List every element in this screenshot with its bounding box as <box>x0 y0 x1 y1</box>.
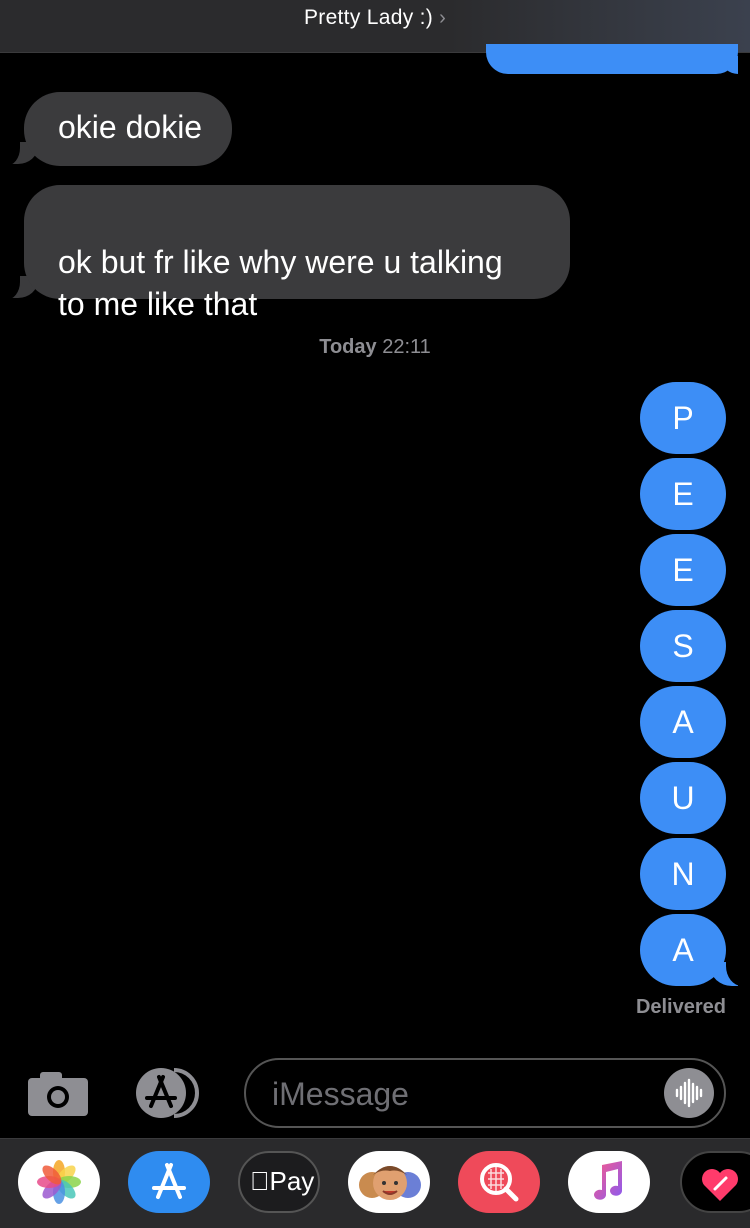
message-text: S <box>672 628 694 664</box>
message-text: E <box>672 476 694 512</box>
camera-icon <box>28 1072 88 1116</box>
web-images-icon <box>480 1163 519 1202</box>
music-app-button[interactable] <box>568 1151 650 1213</box>
apple-pay-logo: Pay <box>250 1166 314 1197</box>
outgoing-message-bubble[interactable]: E <box>640 534 726 606</box>
memoji-icon <box>359 1166 421 1200</box>
message-text: A <box>672 704 694 740</box>
outgoing-message-bubble[interactable]: U <box>640 762 726 834</box>
apple-pay-app-button[interactable]: Pay <box>238 1151 320 1213</box>
message-text: P <box>672 400 694 436</box>
outgoing-message-bubble[interactable]: A <box>640 686 726 758</box>
message-text: E <box>672 552 694 588</box>
outgoing-message-bubble[interactable]: A <box>640 914 726 986</box>
message-text: ok but fr like why were u talking to me … <box>58 244 503 322</box>
message-text: U <box>671 780 695 816</box>
delivered-status: Delivered <box>635 996 726 1018</box>
chevron-right-icon: › <box>439 7 447 29</box>
camera-button[interactable] <box>26 1070 90 1118</box>
waveform-icon <box>675 1078 703 1108</box>
incoming-message-bubble[interactable]: ok but fr like why were u talking to me … <box>24 185 570 322</box>
photos-app-button[interactable] <box>18 1151 100 1213</box>
web-images-app-button[interactable] <box>458 1151 540 1213</box>
audio-message-button[interactable] <box>664 1068 714 1118</box>
apple-pay-label: Pay <box>250 1166 315 1196</box>
app-store-app-button[interactable] <box>128 1151 210 1213</box>
contact-name: Pretty Lady :) <box>303 6 434 29</box>
timestamp-time: 22:11 <box>382 336 431 358</box>
outgoing-message-bubble[interactable]: S <box>640 610 726 682</box>
outgoing-message-bubble[interactable]: P <box>640 382 726 454</box>
memoji-app-button[interactable] <box>348 1151 430 1213</box>
contact-name-button[interactable]: Pretty Lady :) › <box>0 6 750 30</box>
incoming-message-bubble[interactable]: okie dokie <box>24 92 233 166</box>
timestamp-day: Today <box>319 336 377 358</box>
message-timestamp: Today 22:11 <box>0 336 750 359</box>
app-drawer: Pay <box>0 1138 750 1228</box>
previous-outgoing-bubble <box>486 44 738 74</box>
input-placeholder: iMessage <box>272 1076 409 1112</box>
heart-app-button[interactable] <box>680 1151 750 1213</box>
message-text: A <box>672 932 694 968</box>
photos-icon <box>37 1160 81 1204</box>
outgoing-message-bubble[interactable]: N <box>640 838 726 910</box>
app-store-button[interactable] <box>134 1066 208 1120</box>
message-text: okie dokie <box>58 109 203 145</box>
outgoing-message-bubble[interactable]: E <box>640 458 726 530</box>
app-store-icon <box>136 1068 199 1118</box>
apple-logo-icon:  <box>250 1166 270 1196</box>
app-store-icon <box>152 1163 186 1199</box>
imessage-input[interactable]: iMessage <box>244 1058 726 1128</box>
message-text: N <box>671 856 695 892</box>
heart-app-icon <box>702 1169 738 1201</box>
music-icon <box>594 1161 622 1200</box>
